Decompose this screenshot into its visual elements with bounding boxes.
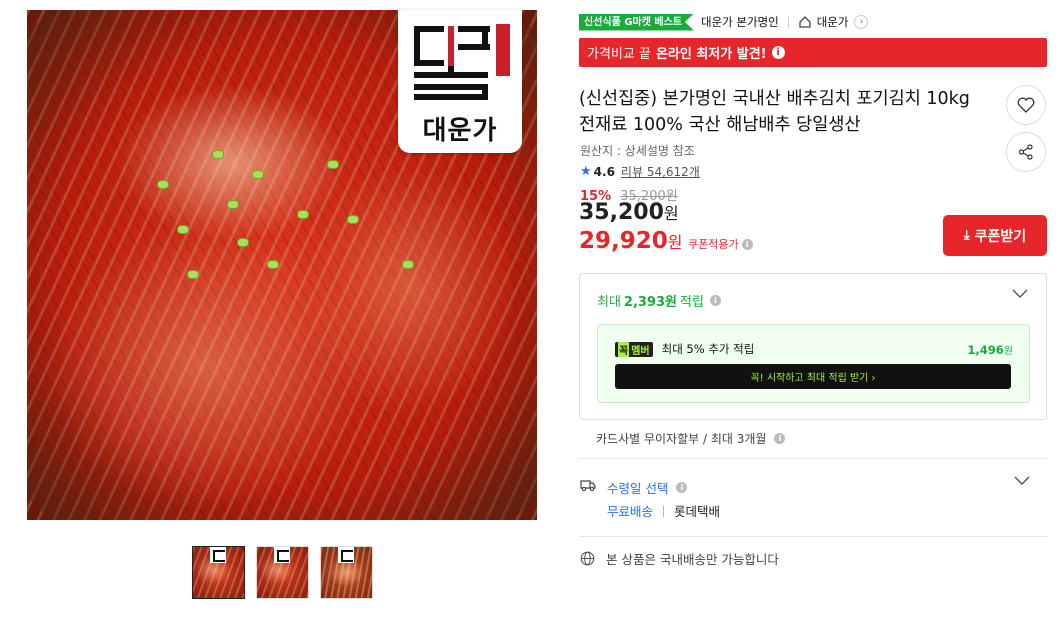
chevron-down-icon[interactable]: [1014, 476, 1030, 486]
brand-logo-badge: 대운가: [398, 10, 522, 153]
banner-prefix: 가격비교 끝: [587, 47, 651, 62]
scallion-garnish: [212, 150, 224, 159]
info-icon[interactable]: i: [676, 482, 688, 493]
currency-unit: 원: [667, 233, 683, 252]
delivery-options: 무료배송 롯데택배: [607, 501, 720, 520]
coupon-applied-text: 쿠폰적용가: [688, 238, 739, 251]
currency-unit: 원: [663, 204, 679, 223]
brand-link[interactable]: 대운가 본가명인: [701, 14, 779, 30]
scallion-garnish: [402, 260, 414, 269]
download-icon: ⤓: [963, 228, 970, 243]
thumbnail-2[interactable]: [256, 546, 309, 599]
scallion-garnish: [177, 225, 189, 234]
carrier-name: 롯데택배: [674, 504, 721, 519]
brand-logo-mark: [414, 26, 490, 100]
thumbnail-logo: [210, 547, 227, 563]
thumbnail-strip: [192, 546, 373, 599]
globe-icon: [580, 551, 595, 566]
heart-icon: [1017, 97, 1035, 113]
thumbnail-3[interactable]: [320, 546, 373, 599]
membership-start-button[interactable]: 꼭! 시작하고 최대 적립 받기 ›: [615, 364, 1011, 389]
domestic-shipping-text: 본 상품은 국내배송만 가능합니다: [606, 552, 779, 567]
divider: [787, 16, 789, 28]
truck-icon: [580, 480, 596, 492]
scallion-garnish: [327, 160, 339, 169]
scallion-garnish: [157, 180, 169, 189]
rating-row: ★ 4.6 리뷰 54,612개: [580, 163, 700, 180]
brand-logo-text: 대운가: [422, 116, 498, 146]
membership-box: 꼭 멤버 최대 5% 추가 적립 1,496원 꼭! 시작하고 최대 적립 받기 …: [597, 324, 1030, 403]
chevron-right-icon[interactable]: ›: [854, 15, 869, 29]
divider: [663, 504, 665, 517]
get-coupon-button[interactable]: ⤓ 쿠폰받기: [943, 215, 1047, 256]
installment-text: 카드사별 무이자할부 / 최대 3개월: [596, 432, 767, 446]
sale-price-value: 35,200: [579, 200, 664, 225]
installment-info: 카드사별 무이자할부 / 최대 3개월 i: [596, 430, 786, 447]
points-suffix: 적립: [680, 295, 704, 310]
coupon-price-value: 29,920: [579, 228, 668, 254]
scallion-garnish: [187, 270, 199, 279]
divider: [579, 536, 1047, 537]
points-summary[interactable]: 최대 2,393원 적립 i: [597, 291, 721, 310]
coupon-button-label: 쿠폰받기: [974, 228, 1027, 245]
chevron-down-icon[interactable]: [1012, 289, 1028, 299]
rating-score: 4.6: [593, 164, 615, 179]
banner-highlight: 온라인 최저가 발견!: [655, 47, 767, 62]
home-icon: [799, 16, 811, 28]
thumbnail-logo: [274, 547, 291, 563]
scallion-garnish: [237, 238, 249, 247]
free-shipping-label: 무료배송: [607, 504, 654, 519]
membership-logo-mark: 꼭: [618, 341, 630, 357]
coupon-price: 29,920원: [579, 228, 683, 254]
points-panel: 최대 2,393원 적립 i 꼭 멤버 최대 5% 추가 적립 1,496원 꼭!…: [579, 273, 1047, 420]
star-icon: ★: [580, 164, 592, 179]
info-icon[interactable]: i: [771, 46, 785, 59]
points-prefix: 최대: [597, 295, 621, 310]
scallion-garnish: [252, 170, 264, 179]
thumbnail-1[interactable]: [192, 546, 245, 599]
info-icon[interactable]: i: [774, 433, 786, 444]
coupon-applied-label: 쿠폰적용가 i: [688, 236, 753, 252]
wishlist-button[interactable]: [1006, 85, 1046, 125]
membership-logo: 꼭 멤버: [615, 341, 653, 357]
scallion-garnish: [267, 260, 279, 269]
membership-amount: 1,496원: [967, 342, 1013, 357]
membership-logo-text: 멤버: [631, 345, 650, 357]
product-title: (신선집중) 본가명인 국내산 배추김치 포기김치 10kg 전재료 100% …: [579, 89, 970, 135]
divider: [579, 458, 1047, 459]
scallion-garnish: [227, 200, 239, 209]
delivery-date-select[interactable]: 수령일 선택 i: [607, 478, 688, 497]
points-amount: 2,393원: [623, 295, 678, 310]
domestic-shipping-notice: 본 상품은 국내배송만 가능합니다: [580, 549, 779, 568]
scallion-garnish: [297, 210, 309, 219]
store-link[interactable]: 대운가: [817, 14, 849, 30]
delivery-date-label: 수령일 선택: [607, 481, 669, 496]
share-icon: [1018, 144, 1033, 160]
review-count-link[interactable]: 리뷰 54,612개: [621, 163, 700, 180]
brand-logo-seal: [496, 24, 510, 76]
membership-amount-value: 1,496: [967, 342, 1004, 357]
currency-unit: 원: [1003, 345, 1013, 357]
lowest-price-banner[interactable]: 가격비교 끝 온라인 최저가 발견! i: [579, 38, 1047, 67]
scallion-garnish: [347, 215, 359, 224]
membership-row: 꼭 멤버 최대 5% 추가 적립 1,496원: [615, 341, 1013, 357]
info-icon[interactable]: i: [709, 295, 721, 306]
badge-row: 신선식품 G마켓 베스트 대운가 본가명인 대운가 ›: [579, 12, 869, 32]
share-button[interactable]: [1006, 132, 1046, 172]
seller-badge: 신선식품 G마켓 베스트: [579, 13, 694, 31]
sale-price: 35,200원: [579, 200, 679, 225]
membership-extra-points: 최대 5% 추가 적립: [661, 342, 755, 356]
info-icon[interactable]: i: [741, 238, 753, 250]
origin-info: 원산지 : 상세설명 참조: [580, 144, 695, 158]
thumbnail-logo: [338, 547, 355, 563]
